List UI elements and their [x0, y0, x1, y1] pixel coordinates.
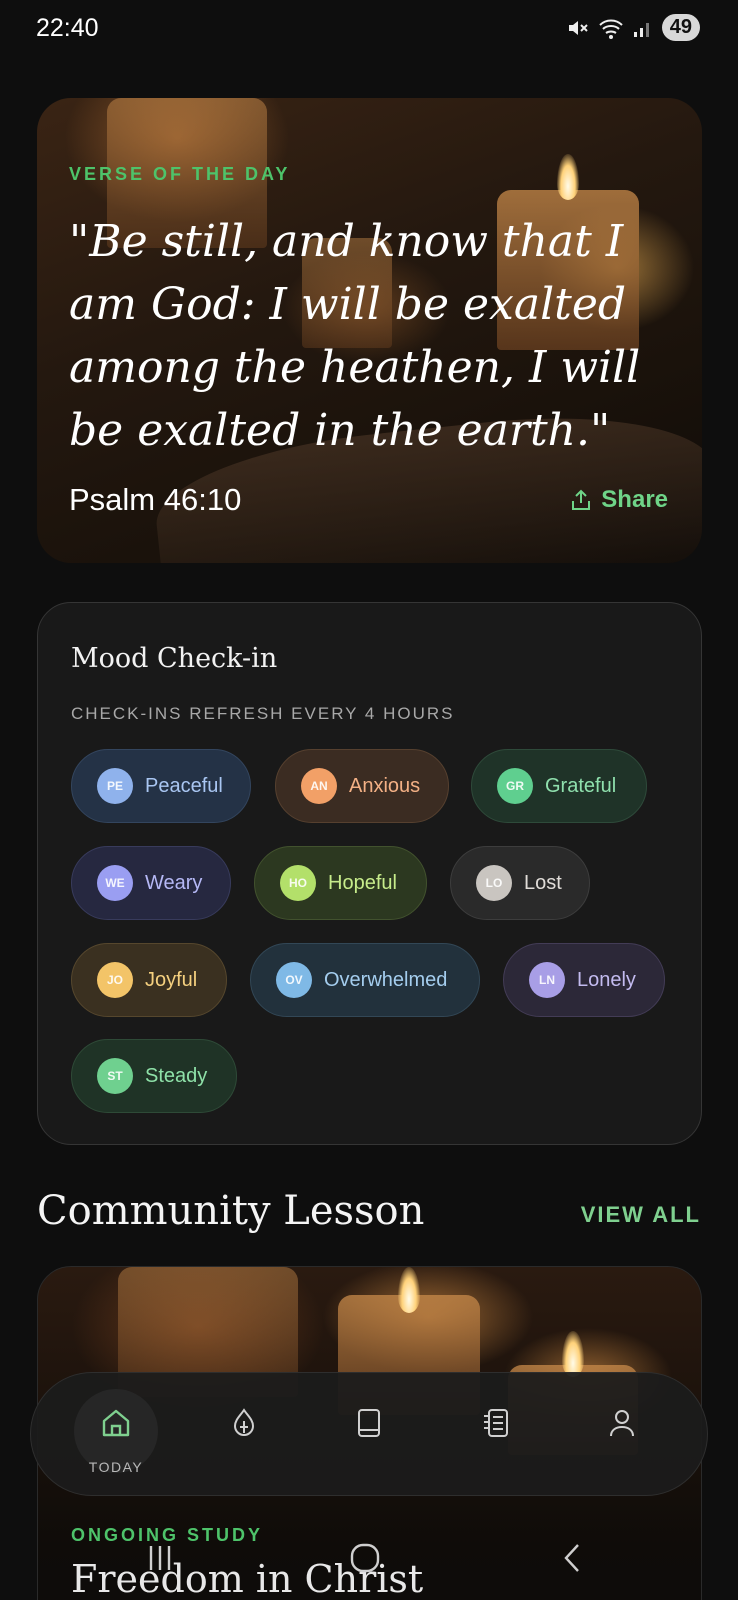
mood-avatar: OV — [276, 962, 312, 998]
view-all-link[interactable]: VIEW ALL — [581, 1202, 701, 1228]
nav-item-prayer[interactable] — [189, 1373, 299, 1497]
home-icon — [96, 1403, 136, 1443]
candle-flame — [557, 154, 579, 200]
mood-label: Overwhelmed — [324, 968, 448, 991]
verse-text: "Be still, and know that I am God: I wil… — [69, 216, 641, 456]
mood-avatar: GR — [497, 768, 533, 804]
book-icon — [349, 1403, 389, 1443]
mood-chip-peaceful[interactable]: PE Peaceful — [71, 749, 251, 823]
journal-icon — [476, 1403, 516, 1443]
nav-item-profile[interactable] — [567, 1373, 677, 1497]
mood-check-in-card: Mood Check-in CHECK-INS REFRESH EVERY 4 … — [37, 602, 702, 1145]
candle-flame — [562, 1331, 584, 1377]
mood-chip-weary[interactable]: WE Weary — [71, 846, 231, 920]
mood-label: Steady — [145, 1064, 208, 1087]
mood-chip-anxious[interactable]: AN Anxious — [275, 749, 449, 823]
mood-chip-lonely[interactable]: LN Lonely — [503, 943, 665, 1017]
mood-label: Joyful — [145, 968, 198, 991]
status-time: 22:40 — [36, 14, 99, 42]
mood-avatar: WE — [97, 865, 133, 901]
mood-chip-joyful[interactable]: JO Joyful — [71, 943, 227, 1017]
mood-label: Lonely — [577, 968, 636, 991]
prayer-flame-icon — [224, 1403, 264, 1443]
mood-avatar: LN — [529, 962, 565, 998]
verse-of-the-day-card[interactable]: VERSE OF THE DAY "Be still, and know tha… — [37, 98, 702, 563]
verse-reference: Psalm 46:10 — [69, 482, 242, 517]
mood-avatar: LO — [476, 865, 512, 901]
mood-label: Weary — [145, 871, 203, 894]
nav-item-today[interactable]: TODAY — [61, 1373, 171, 1497]
status-icons: 49 — [566, 14, 700, 41]
recent-apps-icon[interactable] — [145, 1542, 175, 1574]
mood-label: Lost — [524, 871, 562, 894]
status-bar: 22:40 49 — [0, 0, 738, 58]
share-label: Share — [601, 486, 668, 513]
mood-subtitle: CHECK-INS REFRESH EVERY 4 HOURS — [71, 704, 455, 723]
mood-chip-overwhelmed[interactable]: OV Overwhelmed — [250, 943, 480, 1017]
mute-icon — [568, 20, 588, 35]
mood-chip-steady[interactable]: ST Steady — [71, 1039, 237, 1113]
mood-chip-grateful[interactable]: GR Grateful — [471, 749, 647, 823]
signal-icon — [633, 22, 649, 37]
mood-label: Hopeful — [328, 871, 397, 894]
system-nav-bar — [0, 1530, 738, 1600]
nav-item-journal[interactable] — [441, 1373, 551, 1497]
profile-icon — [602, 1403, 642, 1443]
share-button[interactable]: Share — [571, 486, 668, 514]
back-icon[interactable] — [560, 1542, 584, 1574]
mood-label: Peaceful — [145, 774, 223, 797]
nav-label: TODAY — [88, 1459, 144, 1475]
candle-flame — [398, 1267, 420, 1313]
share-icon — [572, 489, 591, 510]
mood-avatar: AN — [301, 768, 337, 804]
mood-avatar: JO — [97, 962, 133, 998]
mood-chip-lost[interactable]: LO Lost — [450, 846, 590, 920]
mood-avatar: ST — [97, 1058, 133, 1094]
community-lesson-heading: Community Lesson — [37, 1188, 425, 1234]
verse-label: VERSE OF THE DAY — [69, 164, 291, 184]
home-button-icon[interactable] — [349, 1542, 381, 1574]
bottom-nav: TODAY — [30, 1372, 708, 1496]
mood-chip-hopeful[interactable]: HO Hopeful — [254, 846, 427, 920]
mood-avatar: HO — [280, 865, 316, 901]
mood-title: Mood Check-in — [71, 643, 278, 674]
mood-label: Grateful — [545, 774, 617, 797]
battery-indicator: 49 — [661, 14, 700, 41]
mood-label: Anxious — [349, 774, 421, 797]
wifi-icon — [599, 19, 623, 39]
mood-avatar: PE — [97, 768, 133, 804]
nav-item-bible[interactable] — [314, 1373, 424, 1497]
